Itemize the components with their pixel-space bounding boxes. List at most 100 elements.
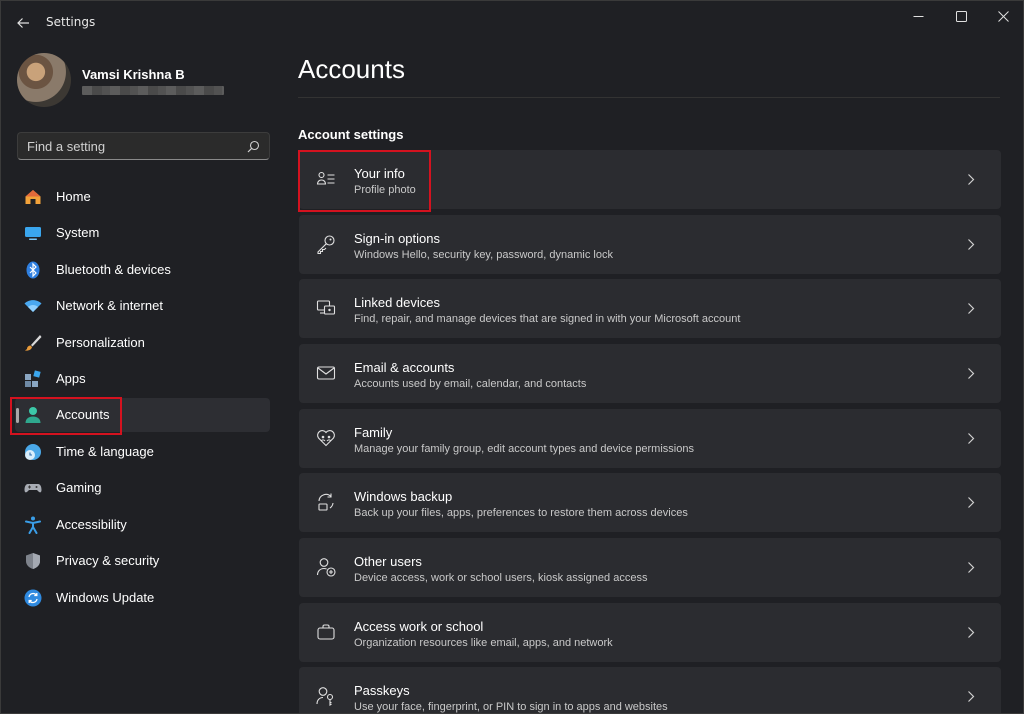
bluetooth-icon — [26, 261, 40, 279]
card-title: Passkeys — [354, 683, 410, 698]
card-subtitle: Organization resources like email, apps,… — [354, 637, 613, 649]
sidebar-item-windows-update[interactable]: Windows Update — [15, 581, 270, 615]
card-family[interactable]: Family Manage your family group, edit ac… — [299, 409, 1001, 468]
sidebar-item-system[interactable]: System — [15, 216, 270, 250]
chevron-right-icon — [968, 368, 975, 379]
sidebar-item-accessibility[interactable]: Accessibility — [15, 508, 270, 542]
close-icon — [997, 10, 1009, 22]
brush-icon — [25, 335, 42, 351]
card-subtitle: Profile photo — [354, 184, 416, 196]
search-box[interactable] — [17, 132, 270, 160]
chevron-right-icon — [968, 433, 975, 444]
card-title: Email & accounts — [354, 360, 455, 375]
back-button[interactable] — [9, 9, 37, 37]
sidebar-item-label: Accounts — [56, 407, 110, 422]
back-arrow-icon — [17, 18, 29, 28]
divider — [298, 97, 1000, 98]
card-title: Windows backup — [354, 489, 453, 504]
card-your-info[interactable]: Your info Profile photo — [299, 150, 1001, 209]
sidebar-item-bluetooth[interactable]: Bluetooth & devices — [15, 253, 270, 287]
page-title: Accounts — [298, 54, 405, 84]
sidebar-item-label: Bluetooth & devices — [56, 262, 171, 277]
card-subtitle: Device access, work or school users, kio… — [354, 572, 648, 584]
globe-clock-icon — [25, 444, 41, 460]
card-title: Sign-in options — [354, 231, 440, 246]
sidebar-item-time-language[interactable]: Time & language — [15, 435, 270, 469]
chevron-right-icon — [968, 691, 975, 702]
card-subtitle: Find, repair, and manage devices that ar… — [354, 313, 741, 325]
card-sign-in-options[interactable]: Sign-in options Windows Hello, security … — [299, 215, 1001, 274]
card-windows-backup[interactable]: Windows backup Back up your files, apps,… — [299, 473, 1001, 532]
card-other-users[interactable]: Other users Device access, work or schoo… — [299, 538, 1001, 597]
shield-icon — [26, 553, 40, 569]
sidebar-item-label: Apps — [56, 371, 86, 386]
chevron-right-icon — [968, 627, 975, 638]
card-subtitle: Accounts used by email, calendar, and co… — [354, 378, 587, 390]
family-heart-icon — [317, 430, 335, 447]
sidebar-item-label: Network & internet — [56, 298, 163, 313]
profile-name: Vamsi Krishna B — [82, 67, 185, 82]
home-icon — [25, 190, 41, 204]
key-icon — [317, 235, 335, 254]
linked-devices-icon — [316, 300, 336, 315]
system-icon — [25, 227, 41, 240]
gamepad-icon — [24, 484, 42, 493]
minimize-button[interactable] — [897, 1, 939, 31]
sidebar-item-label: Privacy & security — [56, 553, 160, 568]
sidebar-item-label: Gaming — [56, 480, 102, 495]
close-button[interactable] — [982, 1, 1023, 31]
chevron-right-icon — [968, 497, 975, 508]
add-user-icon — [316, 558, 336, 577]
section-title: Account settings — [298, 127, 404, 142]
minimize-icon — [913, 15, 923, 17]
title-bar: Settings — [1, 1, 1023, 45]
sidebar-item-label: System — [56, 225, 100, 240]
person-card-icon — [316, 171, 335, 185]
search-input[interactable] — [18, 133, 238, 159]
card-email-accounts[interactable]: Email & accounts Accounts used by email,… — [299, 344, 1001, 403]
card-title: Access work or school — [354, 619, 484, 634]
maximize-icon — [955, 10, 967, 22]
sidebar-item-label: Time & language — [56, 444, 154, 459]
avatar[interactable] — [17, 53, 71, 107]
sidebar-item-apps[interactable]: Apps — [15, 362, 270, 396]
person-icon — [25, 407, 41, 423]
maximize-button[interactable] — [940, 1, 982, 31]
sidebar-item-home[interactable]: Home — [15, 180, 270, 214]
card-title: Linked devices — [354, 295, 440, 310]
chevron-right-icon — [968, 562, 975, 573]
card-title: Other users — [354, 554, 422, 569]
update-icon — [24, 589, 42, 607]
sidebar-item-label: Windows Update — [56, 590, 155, 605]
card-subtitle: Windows Hello, security key, password, d… — [354, 249, 613, 261]
card-access-work-school[interactable]: Access work or school Organization resou… — [299, 603, 1001, 662]
chevron-right-icon — [968, 303, 975, 314]
card-passkeys[interactable]: Passkeys Use your face, fingerprint, or … — [299, 667, 1001, 713]
card-title: Your info — [354, 166, 405, 181]
card-linked-devices[interactable]: Linked devices Find, repair, and manage … — [299, 279, 1001, 338]
accessibility-icon — [25, 516, 41, 534]
settings-window: Settings Vamsi Krishna B Find a setting … — [0, 0, 1024, 714]
selection-indicator — [16, 408, 19, 423]
card-subtitle: Use your face, fingerprint, or PIN to si… — [354, 701, 668, 713]
sidebar-item-privacy[interactable]: Privacy & security — [15, 544, 270, 578]
wifi-icon — [24, 300, 42, 312]
passkey-icon — [316, 687, 334, 706]
card-subtitle: Manage your family group, edit account t… — [354, 443, 694, 455]
profile-email-redacted — [82, 86, 224, 95]
sidebar-item-gaming[interactable]: Gaming — [15, 471, 270, 505]
sidebar-item-network[interactable]: Network & internet — [15, 289, 270, 323]
card-subtitle: Back up your files, apps, preferences to… — [354, 507, 688, 519]
search-icon[interactable] — [247, 140, 260, 153]
mail-icon — [316, 366, 336, 380]
chevron-right-icon — [968, 174, 975, 185]
sidebar-item-personalization[interactable]: Personalization — [15, 326, 270, 360]
sidebar-item-accounts[interactable]: Accounts — [15, 398, 270, 432]
sidebar-item-label: Home — [56, 189, 91, 204]
apps-icon — [25, 370, 41, 387]
card-title: Family — [354, 425, 393, 440]
sidebar-item-label: Personalization — [56, 335, 145, 350]
sidebar-item-label: Accessibility — [56, 517, 127, 532]
app-title: Settings — [46, 15, 96, 29]
chevron-right-icon — [968, 239, 975, 250]
